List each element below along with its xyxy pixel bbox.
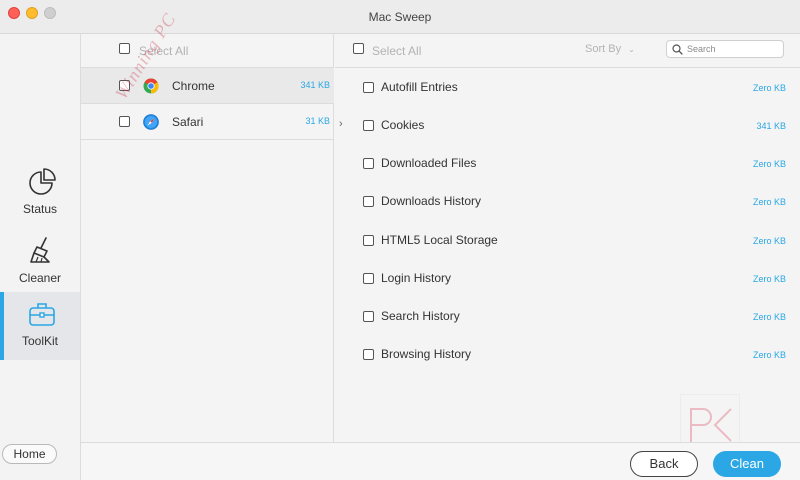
- item-checkbox[interactable]: [363, 196, 374, 207]
- item-size: Zero KB: [752, 274, 786, 284]
- item-name: HTML5 Local Storage: [381, 233, 498, 247]
- search-input[interactable]: [687, 42, 779, 56]
- item-name: Search History: [381, 309, 460, 323]
- chrome-icon: [143, 78, 159, 94]
- sidebar-item-label: Status: [22, 202, 58, 216]
- footer-bar: Back Clean: [81, 442, 800, 480]
- item-checkbox[interactable]: [363, 235, 374, 246]
- back-button[interactable]: Back: [630, 451, 698, 477]
- browser-name: Safari: [172, 115, 204, 129]
- item-name: Autofill Entries: [381, 80, 458, 94]
- cleanup-item-row[interactable]: Browsing History Zero KB: [335, 335, 800, 373]
- cleanup-item-row[interactable]: Downloads History Zero KB: [335, 182, 800, 220]
- item-name: Cookies: [381, 118, 425, 132]
- sidebar-item-cleaner[interactable]: Cleaner: [0, 229, 80, 297]
- sidebar-item-status[interactable]: Status: [0, 160, 80, 228]
- browser-list-header: Select All: [81, 34, 333, 68]
- sidebar-item-toolkit[interactable]: ToolKit: [0, 292, 80, 360]
- item-size: Zero KB: [752, 83, 786, 93]
- browser-list-panel: Select All Chrome 341 KB Safari 31 KB Wi…: [81, 9, 334, 442]
- pie-chart-icon: [29, 168, 56, 195]
- clean-button[interactable]: Clean: [713, 451, 781, 477]
- cleanup-item-row[interactable]: Search History Zero KB: [335, 297, 800, 335]
- browser-row-safari[interactable]: Safari 31 KB: [81, 104, 334, 140]
- item-name: Downloaded Files: [381, 156, 477, 170]
- cleanup-items-panel: Select All Sort By ⌄ Autofill Entries Ze…: [335, 34, 800, 442]
- item-size: Zero KB: [752, 236, 786, 246]
- chevron-right-icon[interactable]: ›: [339, 118, 343, 130]
- item-name: Downloads History: [381, 194, 482, 208]
- search-box[interactable]: [666, 40, 784, 58]
- cleanup-item-row[interactable]: Login History Zero KB: [335, 259, 800, 297]
- title-bar: Mac Sweep: [0, 0, 800, 34]
- item-checkbox[interactable]: [363, 273, 374, 284]
- browser-size: 341 KB: [300, 80, 330, 90]
- item-size: 341 KB: [756, 121, 786, 131]
- select-all-items-checkbox[interactable]: [353, 43, 364, 54]
- select-all-browsers-checkbox[interactable]: [119, 43, 130, 54]
- cleanup-item-row[interactable]: Autofill Entries Zero KB: [335, 68, 800, 106]
- item-size: Zero KB: [752, 159, 786, 169]
- sort-by-label: Sort By: [585, 43, 622, 55]
- select-all-items-label: Select All: [372, 44, 422, 58]
- browser-name: Chrome: [172, 79, 215, 93]
- sidebar-item-label: Cleaner: [18, 271, 62, 285]
- sidebar-item-label: ToolKit: [21, 334, 59, 348]
- item-name: Browsing History: [381, 347, 472, 361]
- browser-checkbox[interactable]: [119, 116, 130, 127]
- search-icon: [672, 44, 683, 55]
- cleanup-item-row[interactable]: HTML5 Local Storage Zero KB: [335, 221, 800, 259]
- item-name: Login History: [381, 271, 452, 285]
- sidebar: Status Cleaner ToolKit Home: [0, 34, 81, 480]
- home-button[interactable]: Home: [2, 444, 57, 464]
- toolbox-icon: [29, 303, 55, 326]
- broom-icon: [30, 237, 50, 263]
- window-title: Mac Sweep: [368, 10, 432, 24]
- item-checkbox[interactable]: [363, 311, 374, 322]
- item-size: Zero KB: [752, 197, 786, 207]
- cleanup-items-header: Select All Sort By ⌄: [335, 34, 800, 68]
- item-checkbox[interactable]: [363, 158, 374, 169]
- item-size: Zero KB: [752, 350, 786, 360]
- item-checkbox[interactable]: [363, 82, 374, 93]
- safari-icon: [143, 114, 159, 130]
- cleanup-item-row[interactable]: Downloaded Files Zero KB: [335, 144, 800, 182]
- sort-by-dropdown[interactable]: Sort By ⌄: [585, 43, 635, 55]
- cleanup-item-row[interactable]: › Cookies 341 KB: [335, 106, 800, 144]
- item-size: Zero KB: [752, 312, 786, 322]
- item-checkbox[interactable]: [363, 120, 374, 131]
- browser-size: 31 KB: [305, 116, 330, 126]
- chevron-down-icon: ⌄: [628, 45, 635, 54]
- item-checkbox[interactable]: [363, 349, 374, 360]
